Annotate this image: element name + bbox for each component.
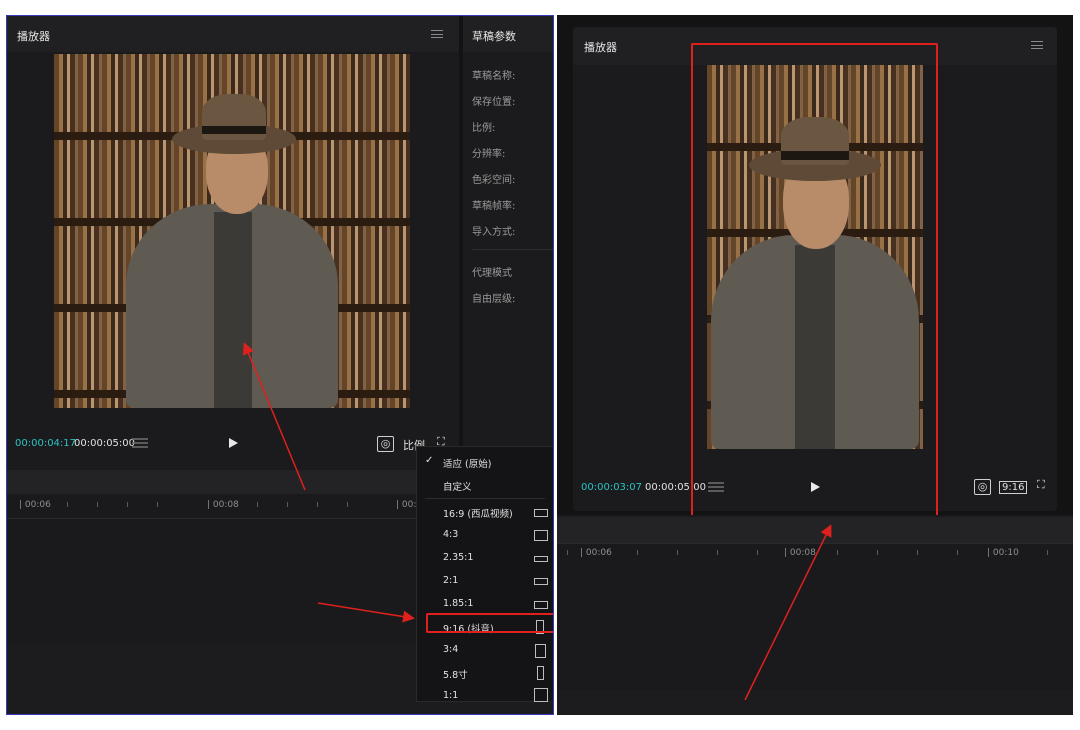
color-space-label: 色彩空间: (472, 175, 516, 186)
ratio-shape-icon (537, 666, 544, 680)
ratio-option-2-35-1[interactable]: 2.35:1 (417, 547, 553, 570)
check-icon: ✓ (425, 455, 434, 466)
ratio-option-label: 3:4 (443, 644, 459, 655)
fullscreen-icon[interactable]: ⛶ (1037, 478, 1045, 492)
import-mode-label: 导入方式: (472, 227, 516, 238)
ratio-option-5-8[interactable]: 5.8寸 (417, 662, 553, 685)
menu-icon[interactable] (431, 30, 443, 38)
hat-band (202, 126, 266, 134)
ruler-tick (837, 550, 838, 555)
resolution-label: 分辨率: (472, 149, 506, 160)
total-time: 00:00:05:00 (74, 438, 136, 449)
ratio-shape-icon (534, 601, 548, 609)
ruler-tick (677, 550, 678, 555)
annotation-frame (691, 43, 938, 520)
ratio-shape-icon (534, 556, 548, 562)
ruler-label: | 00:06 (19, 500, 51, 510)
ruler-tick (917, 550, 918, 555)
ratio-option-16-9[interactable]: 16:9 (西瓜视频) (417, 501, 553, 524)
ratio-label: 比例: (472, 123, 496, 134)
ruler-tick (567, 550, 568, 555)
menu-divider (425, 498, 545, 499)
ratio-option-3-4[interactable]: 3:4 (417, 639, 553, 662)
timeline-toolbar (557, 517, 1073, 543)
ruler-divider (557, 543, 1073, 544)
ratio-dropdown: ✓ 适应 (原始) 自定义 16:9 (西瓜视频) 4:3 2.35:1 2:1… (416, 446, 553, 702)
draft-params-header: 草稿参数 (463, 16, 553, 52)
ruler-label: | 00:08 (784, 548, 816, 558)
ratio-option-label: 5.8寸 (443, 670, 468, 681)
left-screenshot: 播放器 00:00:04:17 00:00:05:00 ◎ 比例 ⛶ 草稿参数 … (6, 15, 554, 715)
divider (472, 249, 553, 250)
ruler-tick (877, 550, 878, 555)
ratio-option-label: 4:3 (443, 529, 459, 540)
play-icon[interactable] (229, 438, 238, 448)
draft-params-panel: 草稿参数 草稿名称: 保存位置: 比例: 分辨率: 色彩空间: 草稿帧率: 导入… (463, 16, 553, 451)
draft-name-label: 草稿名称: (472, 71, 516, 82)
current-time: 00:00:03:07 (581, 482, 643, 493)
video-frame (54, 54, 410, 408)
ruler-tick (1047, 550, 1048, 555)
ruler-label: | 00:08 (207, 500, 239, 510)
ratio-option-label: 1:1 (443, 690, 459, 701)
ruler-tick (317, 502, 318, 507)
ruler-label: | 00:10 (987, 548, 1019, 558)
proxy-mode-label: 代理模式 (472, 268, 512, 279)
player-title: 播放器 (584, 41, 617, 54)
ruler-tick (717, 550, 718, 555)
player-header: 播放器 (7, 16, 459, 52)
ratio-shape-icon (534, 578, 548, 585)
ruler-tick (257, 502, 258, 507)
ruler-tick (127, 502, 128, 507)
ratio-shape-icon (534, 530, 548, 541)
ratio-option-2-1[interactable]: 2:1 (417, 570, 553, 593)
ruler-tick (957, 550, 958, 555)
frame-rate-label: 草稿帧率: (472, 201, 516, 212)
ruler-tick (97, 502, 98, 507)
ruler-tick (757, 550, 758, 555)
ruler-tick (67, 502, 68, 507)
timeline-panel: | 00:06 | 00:08 | 00:10 (557, 515, 1073, 715)
ruler-tick (637, 550, 638, 555)
ruler-label: | 00:06 (580, 548, 612, 558)
ruler-tick (287, 502, 288, 507)
ratio-option-label: 1.85:1 (443, 598, 474, 609)
ratio-option-4-3[interactable]: 4:3 (417, 524, 553, 547)
player-panel: 播放器 00:00:04:17 00:00:05:00 ◎ 比例 ⛶ (7, 16, 459, 468)
ratio-option-label: 适应 (原始) (443, 459, 492, 470)
player-title: 播放器 (17, 30, 50, 43)
current-time: 00:00:04:17 (15, 438, 77, 449)
ratio-option-label: 2:1 (443, 575, 459, 586)
ratio-shape-icon (534, 688, 548, 702)
layers-icon[interactable] (132, 438, 148, 449)
ratio-option-label: 2.35:1 (443, 552, 474, 563)
ratio-badge[interactable]: 9:16 (999, 481, 1028, 494)
ratio-option-custom[interactable]: 自定义 (417, 474, 553, 497)
ratio-shape-icon (535, 644, 546, 658)
ruler-tick (157, 502, 158, 507)
menu-icon[interactable] (1031, 41, 1043, 49)
focus-icon[interactable]: ◎ (974, 479, 991, 495)
focus-icon[interactable]: ◎ (377, 436, 394, 452)
ratio-shape-icon (534, 509, 548, 517)
ratio-option-1-1[interactable]: 1:1 (417, 685, 553, 708)
ratio-option-label: 16:9 (西瓜视频) (443, 509, 513, 520)
save-location-label: 保存位置: (472, 97, 516, 108)
ruler-tick (347, 502, 348, 507)
free-layer-label: 自由层级: (472, 294, 516, 305)
selected-highlight (426, 613, 553, 633)
track-area (557, 690, 1073, 715)
figure-shirt (214, 212, 252, 408)
right-screenshot: 播放器 00:00:03:07 00:00:05:00 ◎ 9:16 ⛶ | 0… (557, 15, 1073, 715)
ratio-option-original[interactable]: ✓ 适应 (原始) (417, 451, 553, 474)
ratio-option-label: 自定义 (443, 482, 472, 493)
draft-params-title: 草稿参数 (472, 30, 516, 43)
